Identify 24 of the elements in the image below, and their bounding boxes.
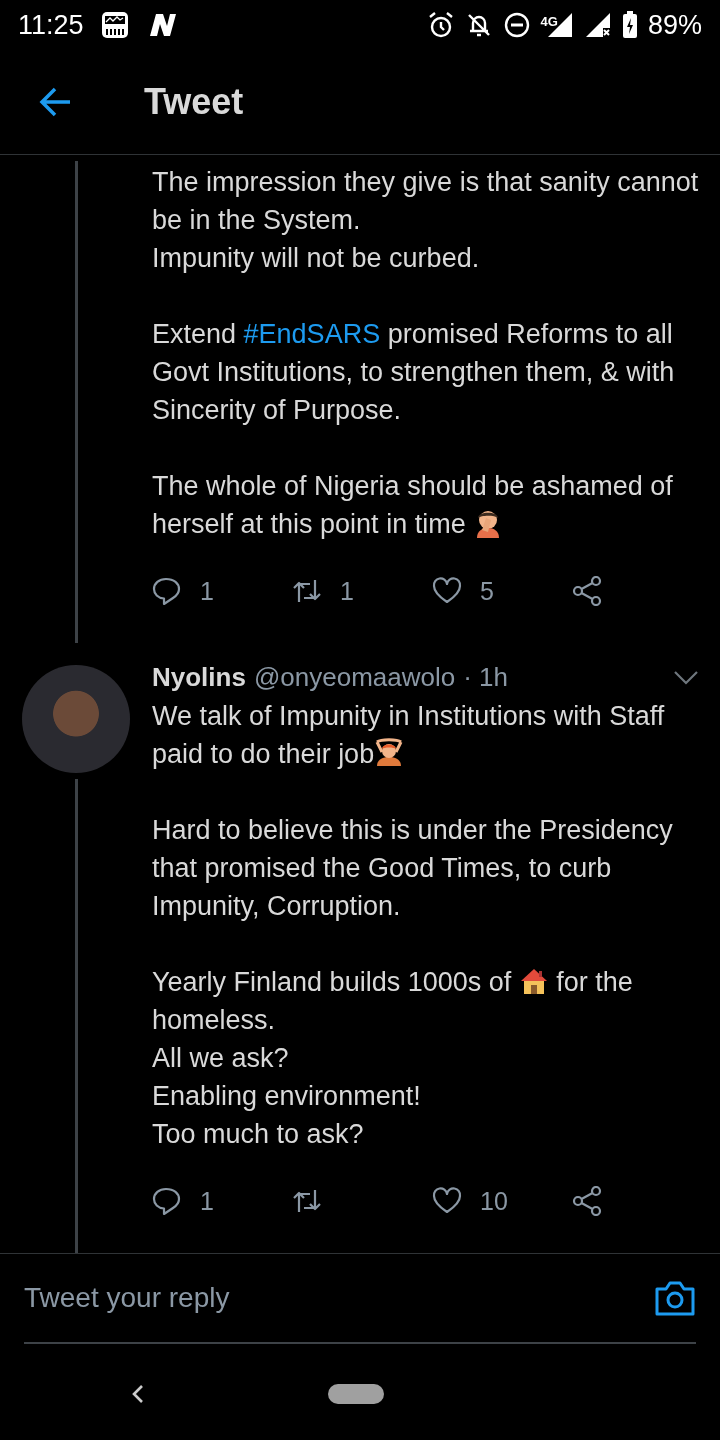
like-count: 10 — [480, 1186, 508, 1216]
tweet-time: · 1h — [463, 661, 509, 693]
like-count: 5 — [480, 576, 494, 606]
tweet-text: Too much to ask? — [152, 1118, 365, 1151]
tweet-text: The whole of Nigeria should be ashamed of herself at this point in time — [152, 470, 674, 541]
tweet-text: All we ask? — [152, 1042, 290, 1075]
tweet-text: We talk of Impunity in Institutions with Staff paid to do their job — [152, 700, 666, 771]
tweet-text: Extend #EndSARS promised Reforms to all Govt Institutions, to strengthen them, & with Sincerity of Purpose. — [152, 318, 676, 427]
tweet-text: Yearly Finland builds 1000s of for the homeless. — [152, 965, 634, 1037]
network-type-label: 4G — [540, 15, 558, 28]
battery-percentage: 89% — [647, 11, 702, 39]
reply-count: 1 — [200, 576, 214, 606]
hashtag-link[interactable]: #EndSARS — [243, 319, 381, 349]
author-name[interactable]: Nyolins — [152, 661, 246, 693]
tweet-text: The impression they give is that sanity cannot be in the System. — [152, 166, 700, 237]
clock-time: 11:25 — [18, 11, 84, 39]
tweet-text: Hard to believe this is under the Presidency that promised the Good Times, to curb Impunity, Corruption. — [152, 814, 674, 923]
tweet-text: Enabling environment! — [152, 1080, 422, 1113]
reply-count: 1 — [200, 1186, 214, 1216]
page-title: Tweet — [144, 81, 244, 123]
retweet-count: 1 — [340, 576, 354, 606]
author-handle[interactable]: @onyeomaawolo — [253, 661, 456, 693]
tweet-text: Impunity will not be curbed. — [152, 242, 481, 275]
reply-input-field[interactable]: Tweet your reply — [24, 1282, 644, 1314]
